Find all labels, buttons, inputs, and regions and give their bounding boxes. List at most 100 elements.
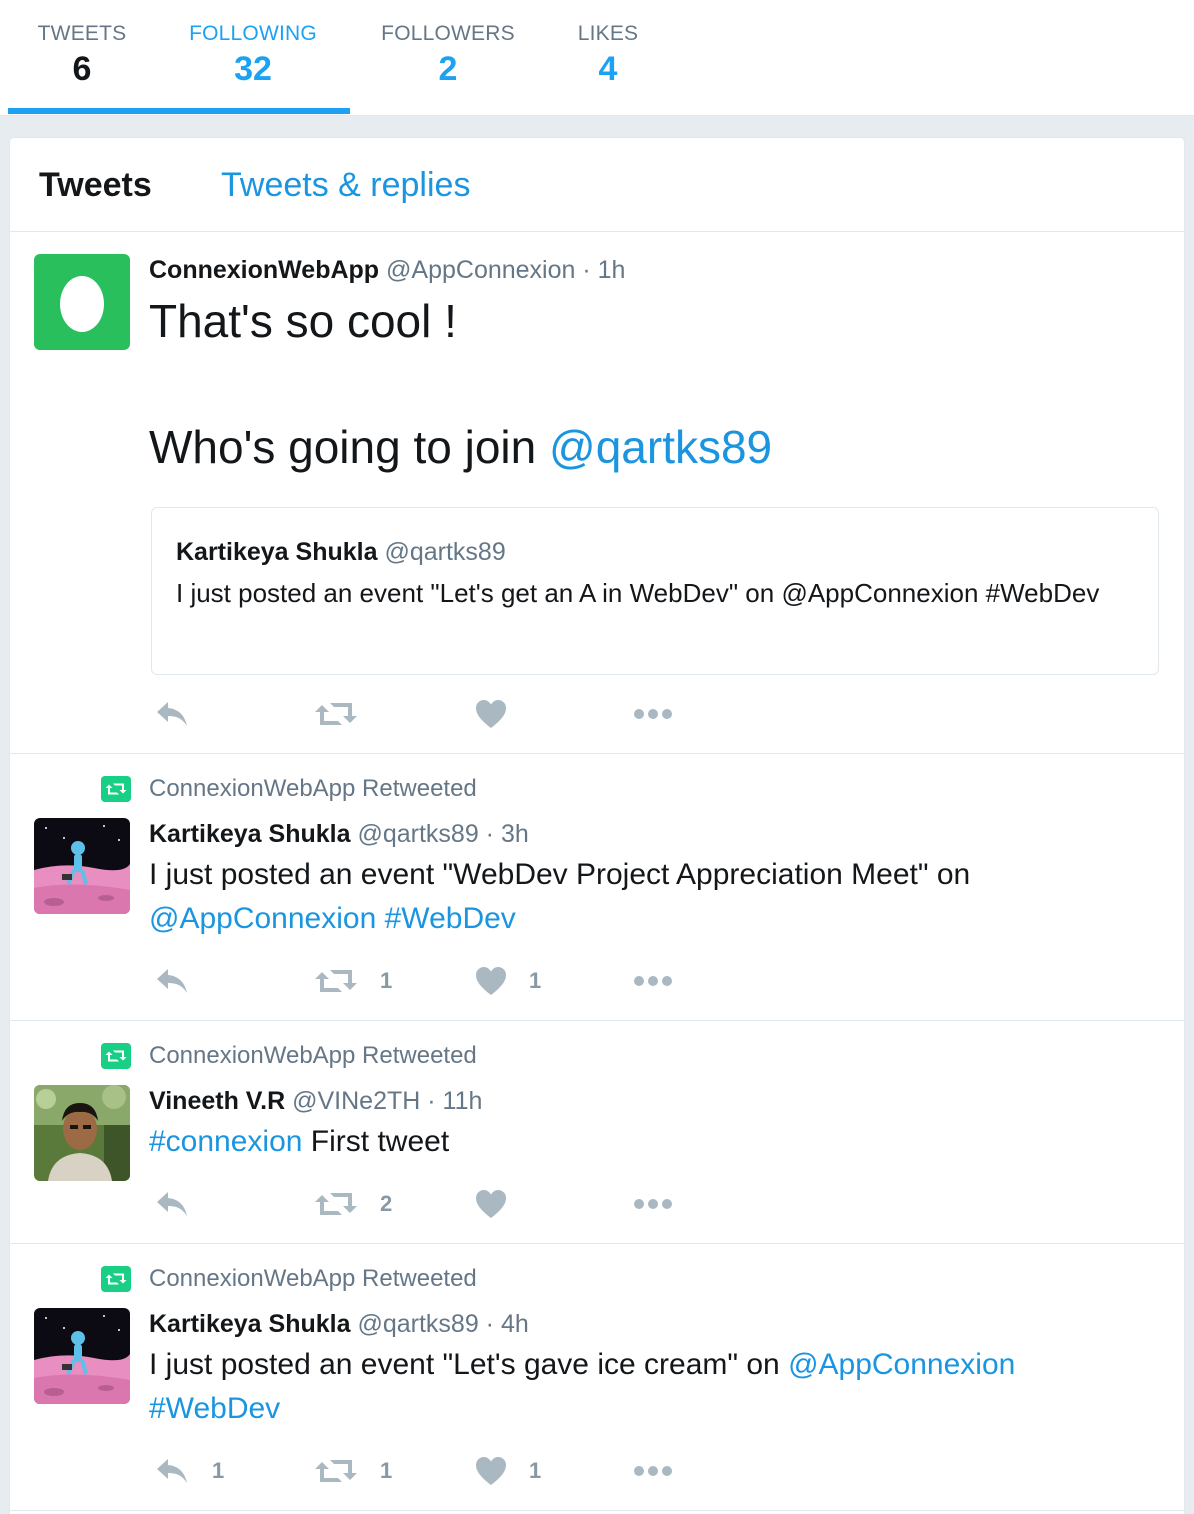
reply-button[interactable] xyxy=(154,1186,190,1222)
tweet-fullname[interactable]: Kartikeya Shukla xyxy=(149,820,351,848)
mention-link[interactable]: @AppConnexion xyxy=(788,1348,1015,1381)
hashtag-link[interactable]: #WebDev xyxy=(385,902,516,935)
tweet-fullname[interactable]: Kartikeya Shukla xyxy=(149,1310,351,1338)
tweet[interactable]: ConnexionWebApp @AppConnexion · 1h That'… xyxy=(10,232,1184,754)
stat-likes-value: 4 xyxy=(598,50,618,88)
tweet[interactable]: ConnexionWebApp Retweeted Kartikeya Shuk… xyxy=(10,755,1184,1021)
tweet-text-gap xyxy=(149,352,1149,416)
tweet-actions xyxy=(149,696,749,732)
like-button[interactable]: 1 xyxy=(475,1453,541,1489)
stat-followers-value: 2 xyxy=(438,50,458,88)
stat-likes-label: LIKES xyxy=(577,22,639,45)
more-icon xyxy=(633,1198,673,1210)
stat-following-label: FOLLOWING xyxy=(189,22,317,45)
more-icon xyxy=(633,1465,673,1477)
tweet[interactable]: ConnexionWebApp Retweeted Kartikeya Shuk… xyxy=(10,1245,1184,1511)
retweeted-icon xyxy=(101,776,131,802)
retweeted-icon xyxy=(101,1266,131,1292)
tweet-text: That's so cool ! Who's going to join @qa… xyxy=(149,290,1149,478)
retweet-button[interactable] xyxy=(314,696,358,732)
heart-icon xyxy=(475,699,507,729)
retweet-context-text[interactable]: ConnexionWebApp Retweeted xyxy=(149,1265,477,1293)
tweet-separator: · xyxy=(478,1310,501,1338)
retweet-button[interactable]: 1 xyxy=(314,1453,392,1489)
tweet-text-fragment: I just posted an event "Let's gave ice c… xyxy=(149,1348,789,1381)
tweet-actions: 2 xyxy=(149,1186,749,1222)
tweet-header: Vineeth V.R @VINe2TH · 11h xyxy=(149,1087,482,1116)
like-button[interactable] xyxy=(475,1186,507,1222)
tweet-timestamp[interactable]: 3h xyxy=(501,820,529,848)
retweet-button[interactable]: 2 xyxy=(314,1186,392,1222)
tweet-actions: 1 1 1 xyxy=(149,1453,749,1489)
reply-button[interactable] xyxy=(154,696,190,732)
retweet-context: ConnexionWebApp Retweeted xyxy=(101,775,477,803)
tweet[interactable]: ConnexionWebApp Retweeted Vineeth V.R @V… xyxy=(10,1022,1184,1244)
retweet-count: 1 xyxy=(380,1458,393,1483)
stat-likes[interactable]: LIKES 4 xyxy=(568,0,648,116)
reply-icon xyxy=(154,963,190,999)
mention-link[interactable]: @AppConnexion xyxy=(149,902,376,935)
more-button[interactable] xyxy=(633,963,673,999)
mention-link[interactable]: @qartks89 xyxy=(549,421,772,473)
tweet-username[interactable]: @qartks89 xyxy=(357,1310,478,1338)
reply-icon xyxy=(154,1186,190,1222)
tweet-actions: 1 1 xyxy=(149,963,749,999)
tweet-timestamp[interactable]: 11h xyxy=(443,1087,483,1115)
tab-tweets-replies[interactable]: Tweets & replies xyxy=(221,166,470,205)
tweet-timestamp[interactable]: 4h xyxy=(501,1310,529,1338)
reply-button[interactable]: 1 xyxy=(154,1453,224,1489)
stat-tweets-label: TWEETS xyxy=(37,22,127,45)
stat-followers[interactable]: FOLLOWERS 2 xyxy=(372,0,524,116)
tweet-username[interactable]: @qartks89 xyxy=(357,820,478,848)
retweet-button[interactable]: 1 xyxy=(314,963,392,999)
more-button[interactable] xyxy=(633,696,673,732)
tweet-text-fragment: I just posted an event "WebDev Project A… xyxy=(149,858,971,891)
retweet-context-text[interactable]: ConnexionWebApp Retweeted xyxy=(149,1042,477,1070)
heart-icon xyxy=(475,1189,507,1219)
more-button[interactable] xyxy=(633,1186,673,1222)
tweet-text-fragment: First tweet xyxy=(302,1125,450,1158)
retweeted-icon xyxy=(101,1043,131,1069)
tweet-fullname[interactable]: ConnexionWebApp xyxy=(149,256,379,284)
tweet-header: Kartikeya Shukla @qartks89 · 4h xyxy=(149,1310,529,1339)
avatar[interactable] xyxy=(34,254,130,350)
tab-tweets[interactable]: Tweets xyxy=(39,166,152,205)
retweet-count: 1 xyxy=(380,968,393,993)
retweet-context: ConnexionWebApp Retweeted xyxy=(101,1042,477,1070)
quoted-fullname: Kartikeya Shukla xyxy=(176,538,378,566)
tweet-username[interactable]: @AppConnexion xyxy=(386,256,575,284)
hashtag-link[interactable]: #connexion xyxy=(149,1125,302,1158)
hashtag-link[interactable]: #WebDev xyxy=(149,1392,280,1425)
tweet-text: #connexion First tweet xyxy=(149,1120,1149,1164)
reply-count: 1 xyxy=(212,1458,225,1483)
avatar[interactable] xyxy=(34,818,130,914)
like-button[interactable]: 1 xyxy=(475,963,541,999)
quoted-username: @qartks89 xyxy=(384,538,506,566)
tweet-fullname[interactable]: Vineeth V.R xyxy=(149,1087,285,1115)
profile-stats-bar: TWEETS 6 FOLLOWING 32 FOLLOWERS 2 LIKES … xyxy=(0,0,1194,116)
tweet-text-line: That's so cool ! xyxy=(149,295,457,347)
avatar[interactable] xyxy=(34,1308,130,1404)
retweet-context-text[interactable]: ConnexionWebApp Retweeted xyxy=(149,775,477,803)
tweet-text-line: Who's going to join @qartks89 xyxy=(149,416,1149,478)
avatar[interactable] xyxy=(34,1085,130,1181)
avatar-image xyxy=(34,818,130,914)
stat-tweets[interactable]: TWEETS 6 xyxy=(22,0,142,116)
active-stat-indicator xyxy=(8,108,350,114)
timeline-tabs: Tweets Tweets & replies xyxy=(10,138,1184,232)
tweet-timestamp[interactable]: 1h xyxy=(598,256,626,284)
tweet-header: Kartikeya Shukla @qartks89 · 3h xyxy=(149,820,529,849)
more-icon xyxy=(633,975,673,987)
heart-icon xyxy=(475,1456,507,1486)
reply-button[interactable] xyxy=(154,963,190,999)
stat-followers-label: FOLLOWERS xyxy=(381,22,515,45)
like-button[interactable] xyxy=(475,696,507,732)
tweet-header: ConnexionWebApp @AppConnexion · 1h xyxy=(149,256,625,285)
stat-following[interactable]: FOLLOWING 32 xyxy=(178,0,328,116)
tweet-username[interactable]: @VINe2TH xyxy=(292,1087,420,1115)
more-button[interactable] xyxy=(633,1453,673,1489)
more-icon xyxy=(633,708,673,720)
like-count: 1 xyxy=(529,1458,542,1483)
tweet-text-fragment: Who's going to join xyxy=(149,421,550,473)
quoted-tweet[interactable]: Kartikeya Shukla @qartks89 I just posted… xyxy=(151,507,1159,675)
